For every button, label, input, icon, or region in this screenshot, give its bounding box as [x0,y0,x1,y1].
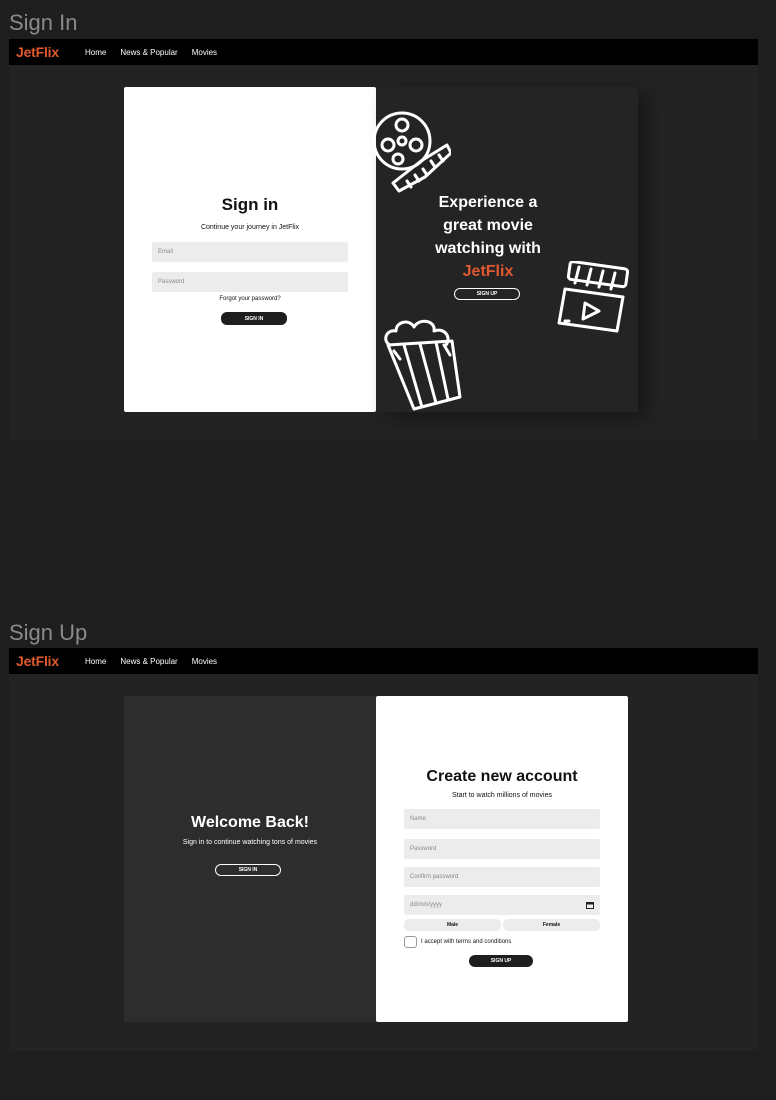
clapperboard-icon [557,261,630,333]
terms-checkbox[interactable] [404,936,417,948]
signin-button[interactable]: SIGN IN [221,312,287,325]
password-field[interactable]: Password [152,272,348,292]
signin-title: Sign in [221,195,279,214]
signup-card: Create new account Start to watch millio… [376,696,628,1022]
navbar: JetFlix Home News & Popular Movies [9,39,758,65]
confirm-password-field[interactable]: Confirm password [404,867,600,887]
signup-button[interactable]: SIGN UP [469,955,533,967]
calendar-icon[interactable] [586,901,594,909]
promo-text: Experience a great movie watching with J… [416,191,560,283]
date-placeholder: dd/mm/yyyy [410,902,443,908]
terms-label: I accept with terms and conditions [421,939,512,945]
nav-link-home[interactable]: Home [85,48,106,57]
signup-subtitle: Start to watch millions of movies [452,792,552,799]
signin-frame: JetFlix Home News & Popular Movies Sign … [9,39,758,440]
promo-line-2: great movie [443,217,533,234]
film-reel-icon [372,111,451,193]
forgot-password-link[interactable]: Forgot your password? [124,296,376,302]
frame-label-signin: Sign In [9,10,78,35]
nav-link-movies[interactable]: Movies [192,48,217,57]
welcome-panel: Welcome Back! Sign in to continue watchi… [124,696,376,1022]
welcome-subtitle: Sign in to continue watching tons of mov… [182,839,318,846]
gender-female-option[interactable]: Female [503,919,600,931]
navbar: JetFlix Home News & Popular Movies [9,648,758,674]
name-field[interactable]: Name [404,809,600,829]
nav-link-news[interactable]: News & Popular [120,657,177,666]
popcorn-icon [384,319,462,411]
logo[interactable]: JetFlix [16,44,85,60]
welcome-title: Welcome Back! [191,814,309,831]
signin-subtitle: Continue your journey in JetFlix [200,224,300,231]
welcome-signin-button[interactable]: SIGN IN [215,864,281,876]
signup-title: Create new account [426,768,578,785]
promo-brand: JetFlix [462,263,514,280]
gender-male-option[interactable]: Male [404,919,501,931]
nav-link-news[interactable]: News & Popular [120,48,177,57]
logo[interactable]: JetFlix [16,653,85,669]
date-field[interactable]: dd/mm/yyyy [404,895,600,915]
email-field[interactable]: Email [152,242,348,262]
promo-line-3: watching with [435,240,541,257]
nav-link-home[interactable]: Home [85,657,106,666]
password-field[interactable]: Password [404,839,600,859]
frame-label-signup: Sign Up [9,620,88,645]
promo-signup-button[interactable]: SIGN UP [454,288,520,300]
nav-link-movies[interactable]: Movies [192,657,217,666]
signin-card: Sign in Continue your journey in JetFlix… [124,87,376,412]
signup-frame: JetFlix Home News & Popular Movies Welco… [9,648,758,1051]
